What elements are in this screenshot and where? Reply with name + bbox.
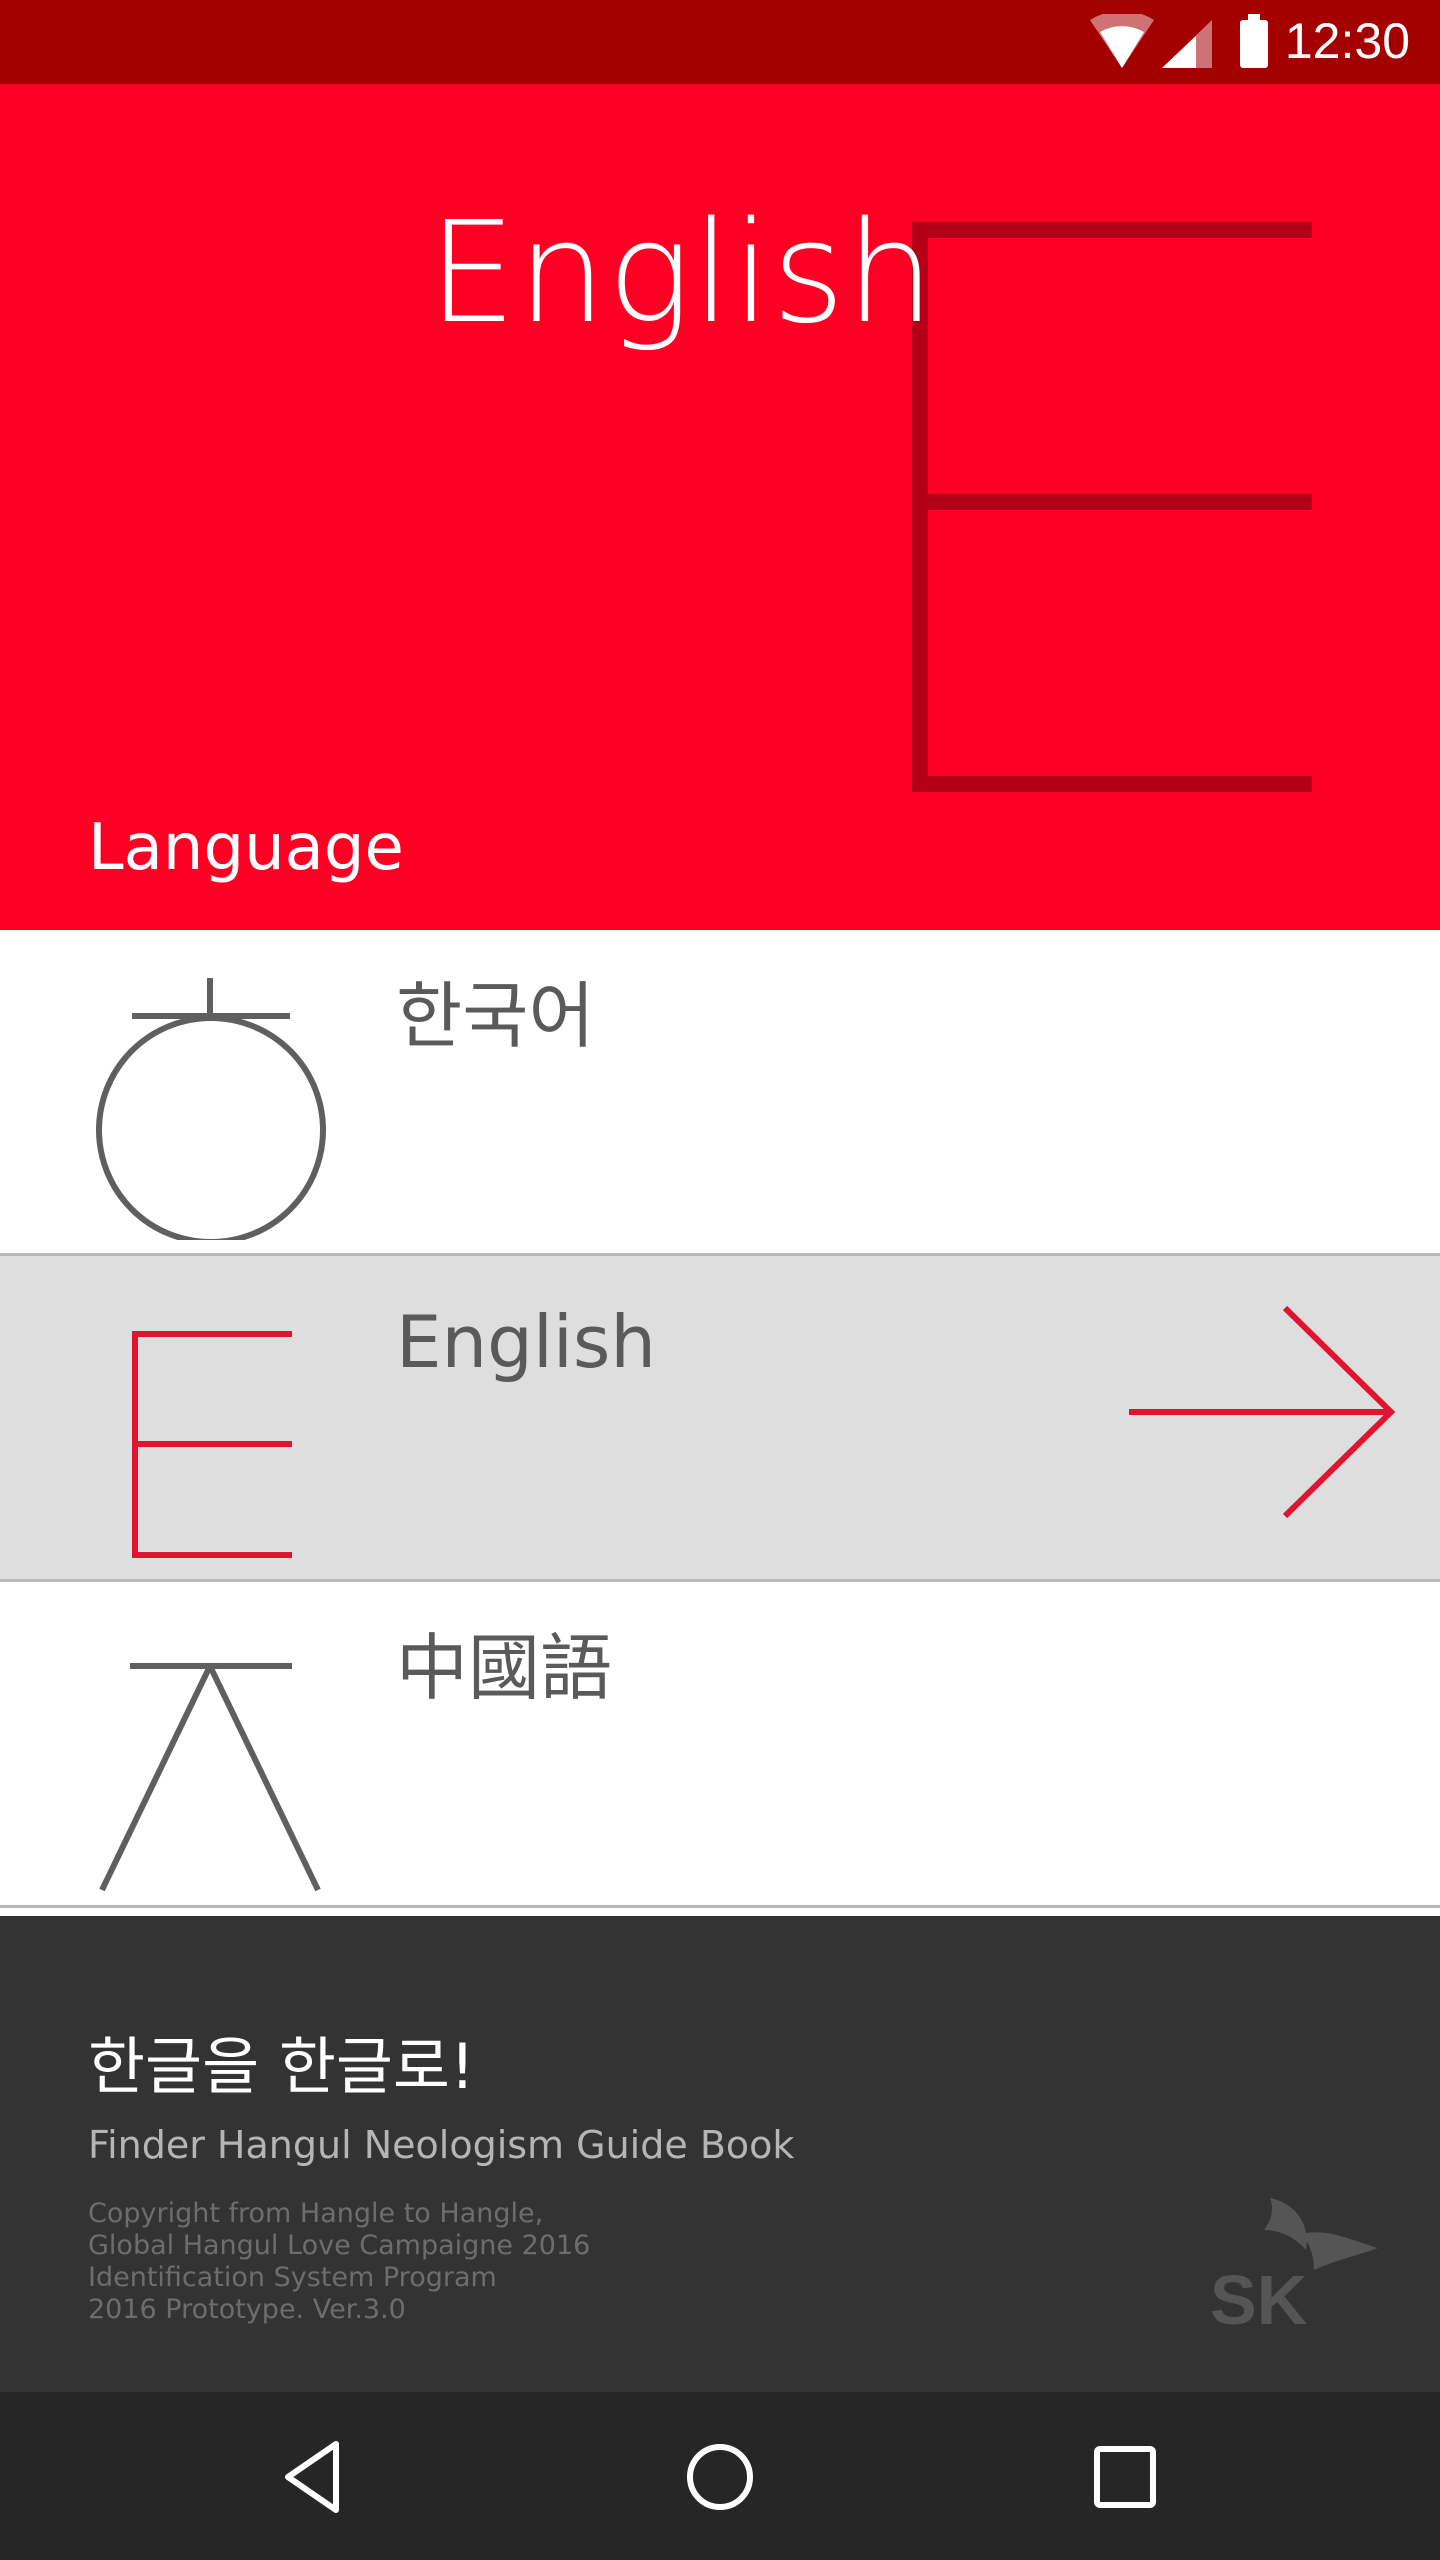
hero-header: English Language <box>0 84 1440 930</box>
jieut-glyph-icon <box>90 1602 330 1896</box>
status-bar: 12:30 <box>0 0 1440 84</box>
language-item-korean[interactable]: 한국어 <box>0 930 1440 1256</box>
letter-e-glyph-icon <box>912 222 1322 806</box>
recents-icon[interactable] <box>1080 2432 1170 2522</box>
sk-logo-text: SK <box>1210 2261 1307 2336</box>
footer-tagline: 한글을 한글로! <box>88 2030 475 2103</box>
language-label: English <box>396 1300 656 1384</box>
arrow-right-icon[interactable] <box>1125 1304 1405 1528</box>
copyright-line: 2016 Prototype. Ver.3.0 <box>88 2294 406 2325</box>
footer: 한글을 한글로! Finder Hangul Neologism Guide B… <box>0 1916 1440 2392</box>
status-icons <box>1090 10 1220 74</box>
footer-copyright: Copyright from Hangle to Hangle, Global … <box>88 2198 590 2326</box>
footer-subtitle: Finder Hangul Neologism Guide Book <box>88 2123 795 2167</box>
wifi-icon <box>1090 10 1154 68</box>
navigation-bar <box>0 2392 1440 2560</box>
section-label: Language <box>88 811 404 885</box>
signal-icon <box>1162 20 1212 68</box>
status-time: 12:30 <box>1284 13 1410 69</box>
letter-e-glyph-icon <box>90 1276 330 1570</box>
home-icon[interactable] <box>675 2432 765 2522</box>
back-icon[interactable] <box>270 2432 360 2522</box>
copyright-line: Copyright from Hangle to Hangle, <box>88 2198 544 2229</box>
language-item-chinese[interactable]: 中國語 <box>0 1582 1440 1908</box>
copyright-line: Global Hangul Love Campaigne 2016 <box>88 2230 591 2261</box>
sk-logo: SK <box>1206 2196 1386 2340</box>
language-label: 한국어 <box>396 974 595 1058</box>
hero-title: English <box>428 192 936 355</box>
battery-icon <box>1240 14 1268 72</box>
hieut-glyph-icon <box>90 950 330 1245</box>
copyright-line: Identification System Program <box>88 2262 497 2293</box>
language-item-english[interactable]: English <box>0 1256 1440 1582</box>
language-label: 中國語 <box>396 1626 613 1710</box>
